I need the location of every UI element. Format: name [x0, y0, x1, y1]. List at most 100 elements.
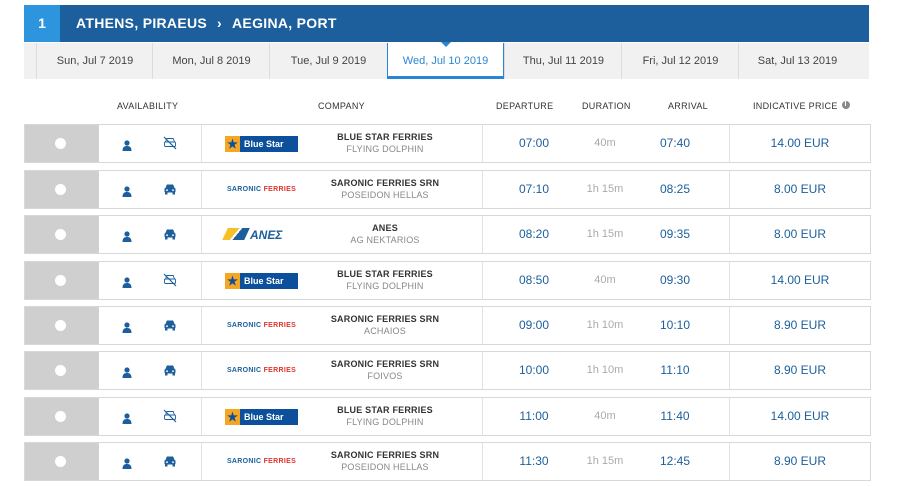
duration: 1h 10m [586, 364, 624, 376]
divider [482, 216, 483, 253]
bluestar-logo: ★ Blue Star [225, 273, 298, 289]
trip-row[interactable]: SARONIC FERRIES SARONIC FERRIES SRN POSEID… [24, 170, 871, 209]
select-cell [25, 262, 99, 299]
passenger-icon [122, 411, 132, 424]
select-radio[interactable] [55, 138, 66, 149]
trip-row[interactable]: SARONIC FERRIES SARONIC FERRIES SRN POSEID… [24, 442, 871, 481]
info-icon[interactable]: i [841, 101, 850, 109]
select-radio[interactable] [55, 456, 66, 467]
company-name: SARONIC FERRIES SRN [330, 314, 440, 324]
col-price: INDICATIVE PRICE i [753, 101, 850, 111]
star-icon: ★ [225, 273, 240, 289]
company-name: ANES [372, 223, 398, 233]
col-duration: DURATION [582, 101, 631, 111]
date-tab-active[interactable]: Wed, Jul 10 2019 [387, 42, 504, 79]
divider [482, 125, 483, 162]
duration: 1h 10m [586, 319, 624, 331]
passenger-icon [122, 229, 132, 242]
company-name: BLUE STAR FERRIES [337, 132, 433, 142]
date-tab-active-label: Wed, Jul 10 2019 [402, 55, 489, 67]
saronic-logo: SARONIC FERRIES [225, 363, 298, 379]
divider [201, 262, 202, 299]
select-cell [25, 443, 99, 480]
select-radio[interactable] [55, 229, 66, 240]
date-tabs: Sun, Jul 7 2019 Mon, Jul 8 2019 Tue, Jul… [24, 42, 869, 79]
date-tab[interactable]: Mon, Jul 8 2019 [152, 43, 270, 79]
duration: 1h 15m [586, 183, 624, 195]
divider [201, 307, 202, 344]
trip-row[interactable]: ★ Blue Star BLUE STAR FERRIES FLYING DOLPHI… [24, 124, 871, 163]
divider [482, 352, 483, 389]
ship-name: ACHAIOS [364, 326, 406, 336]
passenger-icon [122, 365, 132, 378]
bluestar-logo: ★ Blue Star [225, 409, 298, 425]
arrival-time: 09:35 [659, 227, 691, 241]
logo-text: SARONIC [226, 322, 262, 329]
company-name: BLUE STAR FERRIES [337, 269, 433, 279]
logo-text: SARONIC [226, 186, 262, 193]
vehicle-icon [163, 182, 177, 196]
price: 8.00 EUR [773, 227, 827, 241]
vehicle-icon [163, 227, 177, 241]
route-title: ATHENS, PIRAEUS › AEGINA, PORT [76, 5, 337, 42]
select-radio[interactable] [55, 275, 66, 286]
no-vehicle-icon [163, 273, 177, 287]
date-tab[interactable]: Thu, Jul 11 2019 [504, 43, 622, 79]
trip-row[interactable]: SARONIC FERRIES SARONIC FERRIES SRN ACHAIO… [24, 306, 871, 345]
vehicle-icon [163, 318, 177, 332]
logo-text: Blue Star [244, 276, 284, 286]
logo-text: SARONIC [226, 367, 262, 374]
route-number: 1 [24, 5, 60, 42]
price: 8.00 EUR [773, 182, 827, 196]
select-radio[interactable] [55, 320, 66, 331]
logo-text: FERRIES [263, 367, 297, 374]
date-tab[interactable]: Sun, Jul 7 2019 [36, 43, 153, 79]
route-header: 1 ATHENS, PIRAEUS › AEGINA, PORT [24, 5, 869, 42]
select-cell [25, 125, 99, 162]
ship-name: AG NEKTARIOS [350, 235, 420, 245]
select-radio[interactable] [55, 184, 66, 195]
company-cell: BLUE STAR FERRIES FLYING DOLPHIN [315, 132, 455, 154]
passenger-icon [122, 184, 132, 197]
company-cell: ANES AG NEKTARIOS [315, 223, 455, 245]
company-cell: SARONIC FERRIES SRN POSEIDON HELLAS [315, 178, 455, 200]
divider [482, 307, 483, 344]
duration: 40m [594, 274, 616, 286]
date-tab[interactable]: Fri, Jul 12 2019 [621, 43, 739, 79]
col-price-label: INDICATIVE PRICE [753, 101, 838, 111]
arrival-time: 11:40 [660, 409, 690, 423]
arrival-time: 07:40 [659, 136, 691, 150]
arrival-time: 09:30 [659, 273, 691, 287]
company-cell: SARONIC FERRIES SRN FOIVOS [315, 359, 455, 381]
company-name: SARONIC FERRIES SRN [330, 450, 440, 460]
company-name: SARONIC FERRIES SRN [330, 359, 440, 369]
duration: 40m [594, 410, 616, 422]
trip-row[interactable]: ΑΝΕΣ ANES AG NEKTARIOS 08:20 1h 15m 09:35 8.00… [24, 215, 871, 254]
select-cell [25, 398, 99, 435]
select-radio[interactable] [55, 411, 66, 422]
divider [201, 216, 202, 253]
vehicle-icon [163, 363, 177, 377]
divider [482, 262, 483, 299]
trip-row[interactable]: ★ Blue Star BLUE STAR FERRIES FLYING DOLPHI… [24, 397, 871, 436]
route-destination: AEGINA, PORT [232, 15, 337, 31]
price: 8.90 EUR [773, 363, 827, 377]
trip-row[interactable]: ★ Blue Star BLUE STAR FERRIES FLYING DOLPHI… [24, 261, 871, 300]
logo-text: FERRIES [263, 322, 297, 329]
arrival-time: 10:10 [659, 318, 691, 332]
company-name: BLUE STAR FERRIES [337, 405, 433, 415]
anes-wedge-icon [222, 228, 250, 240]
passenger-icon [122, 456, 132, 469]
select-radio[interactable] [55, 365, 66, 376]
trip-row[interactable]: SARONIC FERRIES SARONIC FERRIES SRN FOIVOS… [24, 351, 871, 390]
passenger-icon [122, 138, 132, 151]
date-tab[interactable]: Tue, Jul 9 2019 [269, 43, 387, 79]
ship-name: POSEIDON HELLAS [341, 462, 429, 472]
logo-text: FERRIES [263, 186, 297, 193]
logo-text: Blue Star [244, 139, 284, 149]
logo-text: ΑΝΕΣ [250, 228, 283, 242]
logo-text: Blue Star [244, 412, 284, 422]
date-tab[interactable]: Sat, Jul 13 2019 [738, 43, 856, 79]
price: 8.90 EUR [773, 318, 827, 332]
saronic-logo: SARONIC FERRIES [225, 318, 298, 334]
